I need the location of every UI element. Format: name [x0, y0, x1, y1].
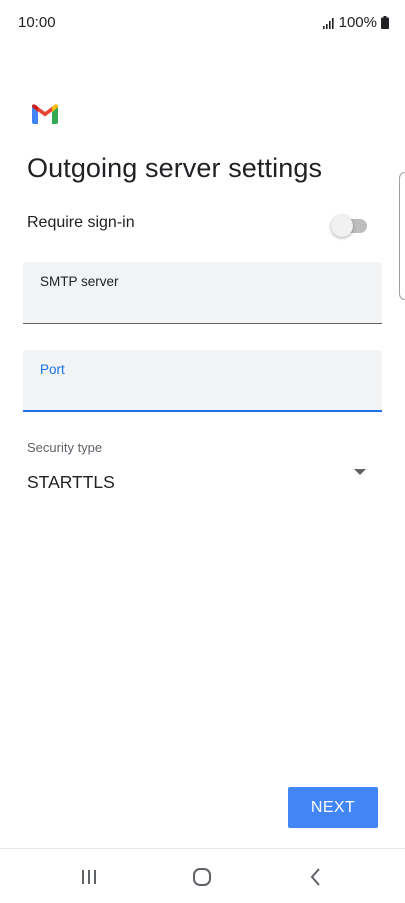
- port-label: Port: [40, 362, 65, 377]
- require-signin-toggle[interactable]: [331, 212, 367, 237]
- back-icon[interactable]: [302, 863, 330, 891]
- require-signin-row[interactable]: Require sign-in: [27, 206, 367, 240]
- port-input[interactable]: [40, 382, 360, 404]
- security-type-value: STARTTLS: [27, 472, 115, 492]
- security-type-select[interactable]: Security type STARTTLS: [27, 440, 372, 496]
- smtp-server-input[interactable]: [40, 294, 360, 316]
- smtp-server-label: SMTP server: [40, 274, 119, 289]
- toggle-thumb: [331, 215, 353, 237]
- scroll-handle[interactable]: [399, 172, 405, 300]
- signal-icon: [322, 17, 334, 29]
- gmail-logo-icon: [32, 104, 58, 124]
- recents-icon[interactable]: [75, 863, 103, 891]
- port-field[interactable]: Port: [23, 350, 382, 412]
- status-time: 10:00: [18, 14, 56, 31]
- battery-icon: [381, 16, 389, 29]
- security-type-label: Security type: [27, 440, 103, 455]
- require-signin-label: Require sign-in: [27, 214, 135, 231]
- navigation-bar: [0, 848, 405, 903]
- next-button[interactable]: NEXT: [288, 787, 378, 828]
- smtp-server-field[interactable]: SMTP server: [23, 262, 382, 324]
- status-bar: 10:00 100%: [0, 0, 405, 48]
- battery-percent: 100%: [338, 14, 377, 31]
- page-title: Outgoing server settings: [27, 153, 323, 183]
- dropdown-arrow-icon: [354, 469, 366, 475]
- home-icon[interactable]: [188, 863, 216, 891]
- status-indicators: 100%: [322, 14, 389, 31]
